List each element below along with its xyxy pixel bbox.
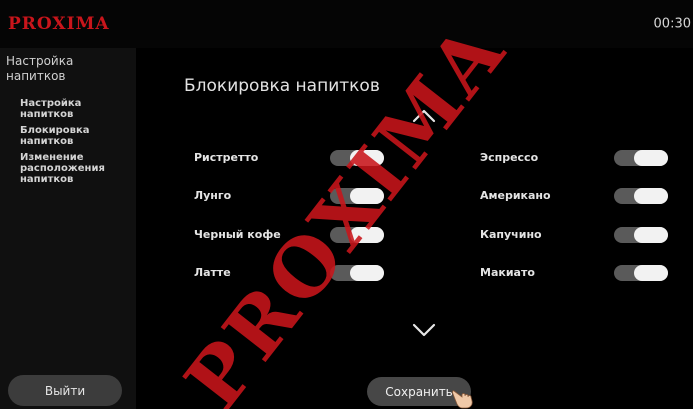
drink-label: Лунго <box>194 189 232 202</box>
toggle-cappuccino[interactable] <box>614 227 668 243</box>
toggle-latte[interactable] <box>330 265 384 281</box>
drink-row-espresso: Эспрессо <box>480 150 670 166</box>
toggle-knob <box>634 227 668 243</box>
chevron-up-icon[interactable] <box>412 109 436 123</box>
drink-label: Капучино <box>480 228 542 241</box>
toggle-espresso[interactable] <box>614 150 668 166</box>
sidebar-item-drink-settings[interactable]: Настройка напитков <box>20 98 132 120</box>
drink-label: Эспрессо <box>480 151 539 164</box>
toggle-knob <box>634 188 668 204</box>
sidebar-item-drink-lock[interactable]: Блокировка напитков <box>20 125 132 147</box>
drink-row-americano: Американо <box>480 188 670 204</box>
toggle-knob <box>350 188 384 204</box>
toggle-black-coffee[interactable] <box>330 227 384 243</box>
sidebar-item-drink-layout[interactable]: Изменение расположения напитков <box>20 152 132 185</box>
drink-label: Макиато <box>480 266 535 279</box>
drink-row-lungo: Лунго <box>194 188 388 204</box>
drink-row-black-coffee: Черный кофе <box>194 227 388 243</box>
sidebar: Настройка напитков Настройка напитков Бл… <box>0 48 136 409</box>
chevron-down-icon[interactable] <box>412 323 436 337</box>
toggle-lungo[interactable] <box>330 188 384 204</box>
drink-row-latte: Латте <box>194 265 388 281</box>
toggle-americano[interactable] <box>614 188 668 204</box>
sidebar-title: Настройка напитков <box>6 54 74 83</box>
drink-row-cappuccino: Капучино <box>480 227 670 243</box>
toggle-macchiato[interactable] <box>614 265 668 281</box>
main-panel: Блокировка напитков Ристретто Лунго Черн… <box>136 48 693 409</box>
header-bar: PROXIMA 00:30 <box>0 0 693 48</box>
toggle-knob <box>634 150 668 166</box>
drink-row-ristretto: Ристретто <box>194 150 388 166</box>
drink-label: Черный кофе <box>194 228 281 241</box>
drink-label: Ристретто <box>194 151 259 164</box>
sidebar-menu: Настройка напитков Блокировка напитков И… <box>20 98 132 190</box>
drink-label: Латте <box>194 266 231 279</box>
toggle-knob <box>350 227 384 243</box>
page-title: Блокировка напитков <box>184 76 380 96</box>
drink-label: Американо <box>480 189 551 202</box>
brand-logo: PROXIMA <box>8 14 110 34</box>
pointing-hand-icon <box>452 390 473 409</box>
toggle-knob <box>350 265 384 281</box>
drink-row-macchiato: Макиато <box>480 265 670 281</box>
toggle-knob <box>634 265 668 281</box>
clock: 00:30 <box>653 16 691 32</box>
toggle-ristretto[interactable] <box>330 150 384 166</box>
toggle-knob <box>350 150 384 166</box>
exit-button[interactable]: Выйти <box>8 375 122 406</box>
